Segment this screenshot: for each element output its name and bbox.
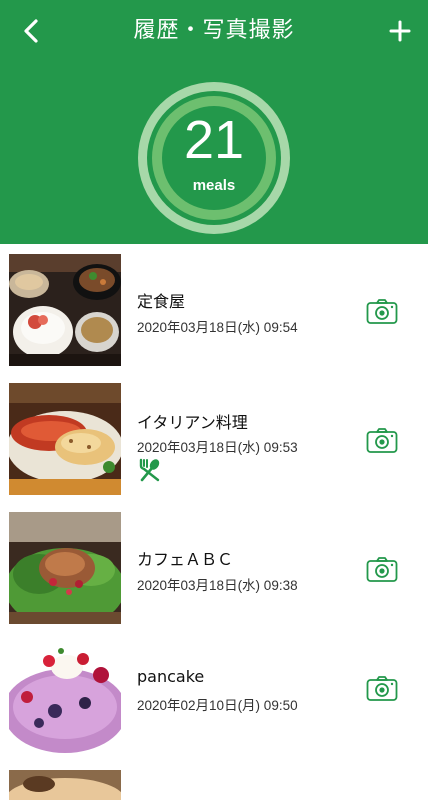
- camera-button[interactable]: [366, 299, 398, 325]
- meal-photo[interactable]: [9, 512, 121, 624]
- plus-icon: [389, 20, 411, 42]
- meal-date: 2020年03月18日(水) 09:38: [137, 578, 298, 593]
- fork-spoon-icon: [138, 458, 162, 482]
- meal-photo[interactable]: [9, 383, 121, 495]
- camera-button[interactable]: [366, 557, 398, 583]
- meal-count-ring: 21 meals: [136, 80, 292, 236]
- list-item[interactable]: イタリアン料理 2020年03月18日(水) 09:53: [0, 373, 428, 502]
- camera-icon: [366, 676, 398, 701]
- meal-name: イタリアン料理: [137, 413, 248, 432]
- meal-list: 定食屋 2020年03月18日(水) 09:54 イタリアン料理 2020年03…: [0, 244, 428, 760]
- camera-icon: [366, 299, 398, 324]
- page-title: 履歴・写真撮影: [133, 18, 295, 43]
- meal-date: 2020年03月18日(水) 09:53: [137, 440, 298, 455]
- meal-name: pancake: [137, 667, 205, 686]
- camera-icon: [366, 557, 398, 582]
- list-item[interactable]: pancake 2020年02月10日(月) 09:50: [0, 631, 428, 760]
- camera-icon: [366, 428, 398, 453]
- camera-button[interactable]: [366, 428, 398, 454]
- camera-button[interactable]: [366, 676, 398, 702]
- meal-date: 2020年03月18日(水) 09:54: [137, 320, 298, 335]
- list-item[interactable]: 定食屋 2020年03月18日(水) 09:54: [0, 244, 428, 373]
- meal-photo[interactable]: [9, 770, 121, 800]
- meal-photo[interactable]: [9, 641, 121, 753]
- meal-count: 21: [183, 110, 245, 170]
- meal-count-unit: meals: [192, 177, 236, 194]
- meal-name: カフェＡＢＣ: [137, 550, 234, 569]
- list-item[interactable]: カフェＡＢＣ 2020年03月18日(水) 09:38: [0, 502, 428, 631]
- meal-name: 定食屋: [137, 292, 186, 311]
- meal-photo[interactable]: [9, 254, 121, 366]
- app-header: 履歴・写真撮影 21 meals: [0, 0, 428, 244]
- meal-date: 2020年02月10日(月) 09:50: [137, 698, 298, 713]
- add-button[interactable]: [386, 16, 414, 46]
